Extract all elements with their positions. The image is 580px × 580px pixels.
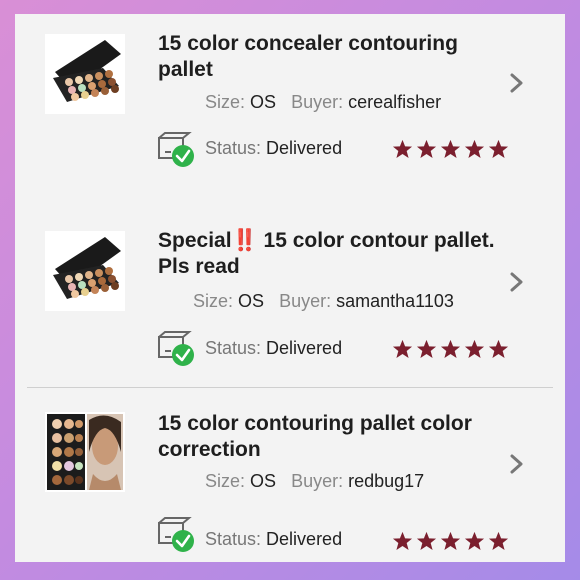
size-value: OS xyxy=(250,92,277,112)
item-meta: Size: OS Buyer: redbug17 xyxy=(205,471,424,492)
order-item[interactable]: 15 color concealer contouring pallet Siz… xyxy=(15,14,565,197)
star-icon xyxy=(392,139,413,158)
star-icon xyxy=(416,531,437,550)
star-icon xyxy=(416,339,437,358)
star-icon xyxy=(416,139,437,158)
item-title: 15 color contouring pallet color correct… xyxy=(158,412,472,461)
item-status: Status: Delivered xyxy=(205,338,342,359)
delivered-box-icon xyxy=(158,132,194,167)
buyer-label: Buyer: xyxy=(291,92,344,112)
order-item[interactable]: 15 color contouring pallet color correct… xyxy=(15,389,565,562)
item-title-prefix: Special xyxy=(158,229,232,252)
product-image xyxy=(45,34,125,114)
delivered-box-icon xyxy=(158,517,194,552)
buyer-label: Buyer: xyxy=(279,291,332,311)
size-value: OS xyxy=(238,291,265,311)
star-icon xyxy=(440,139,461,158)
buyer-value: cerealfisher xyxy=(348,92,442,112)
size-label: Size: xyxy=(193,291,234,311)
status-label: Status: xyxy=(205,529,262,549)
star-icon xyxy=(464,531,485,550)
star-icon xyxy=(392,531,413,550)
buyer-value: redbug17 xyxy=(348,471,425,491)
size-value: OS xyxy=(250,471,277,491)
divider xyxy=(27,387,553,388)
status-label: Status: xyxy=(205,338,262,358)
rating-stars xyxy=(392,339,509,359)
buyer-label: Buyer: xyxy=(291,471,344,491)
star-icon xyxy=(464,139,485,158)
item-meta: Size: OS Buyer: samantha1103 xyxy=(193,291,454,312)
star-icon xyxy=(464,339,485,358)
status-value: Delivered xyxy=(266,338,343,358)
star-icon xyxy=(488,339,509,358)
star-icon xyxy=(488,139,509,158)
size-label: Size: xyxy=(205,92,246,112)
rating-stars xyxy=(392,531,509,551)
chevron-right-icon[interactable] xyxy=(509,72,525,94)
order-item[interactable]: Special‼️ 15 color contour pallet. Pls r… xyxy=(15,203,565,383)
item-status: Status: Delivered xyxy=(205,529,342,550)
star-icon xyxy=(488,531,509,550)
status-value: Delivered xyxy=(266,138,343,158)
status-label: Status: xyxy=(205,138,262,158)
item-meta: Size: OS Buyer: cerealfisher xyxy=(205,92,441,113)
item-title: Special‼️ 15 color contour pallet. Pls r… xyxy=(158,228,518,280)
star-icon xyxy=(440,339,461,358)
double-exclamation-icon: ‼️ xyxy=(231,229,258,252)
delivered-box-icon xyxy=(158,331,194,366)
item-title: 15 color concealer contouring pallet xyxy=(158,32,458,81)
size-label: Size: xyxy=(205,471,246,491)
star-icon xyxy=(392,339,413,358)
buyer-value: samantha1103 xyxy=(336,291,454,311)
rating-stars xyxy=(392,139,509,159)
order-list: 15 color concealer contouring pallet Siz… xyxy=(15,14,565,562)
product-image xyxy=(45,231,125,311)
product-image xyxy=(45,412,125,492)
star-icon xyxy=(440,531,461,550)
chevron-right-icon[interactable] xyxy=(509,271,525,293)
status-value: Delivered xyxy=(266,529,343,549)
chevron-right-icon[interactable] xyxy=(509,453,525,475)
item-status: Status: Delivered xyxy=(205,138,342,159)
